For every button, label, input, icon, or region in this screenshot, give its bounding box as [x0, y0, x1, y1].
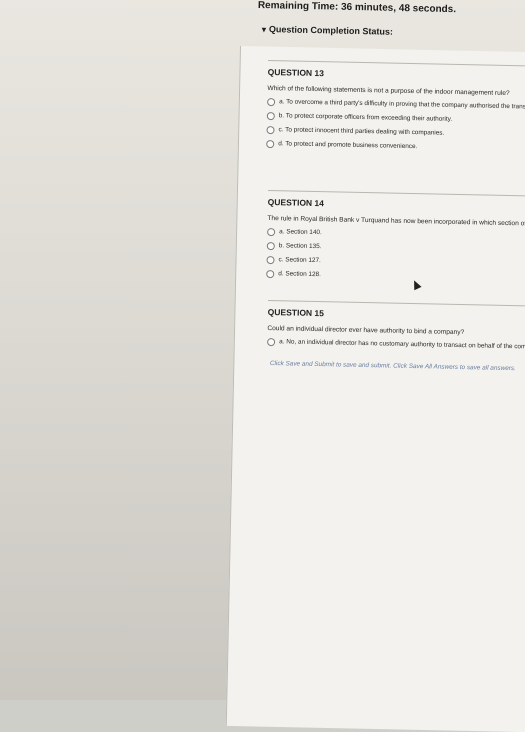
- question-text: Which of the following statements is not…: [267, 84, 510, 98]
- question-15: QUESTION 15 Could an individual director…: [267, 300, 525, 358]
- answer-option[interactable]: b. Section 135.: [266, 241, 525, 256]
- option-label: d. Section 128.: [278, 270, 321, 279]
- answer-option[interactable]: a. To overcome a third party's difficult…: [267, 97, 525, 113]
- answer-option[interactable]: d. Section 128.: [266, 269, 525, 284]
- option-label: b. To protect corporate officers from ex…: [278, 112, 453, 123]
- answer-option[interactable]: a. Section 140.: [267, 227, 525, 242]
- radio-icon[interactable]: [266, 255, 275, 265]
- option-label: c. Section 127.: [278, 256, 321, 265]
- question-text: The rule in Royal British Bank v Turquan…: [267, 214, 525, 229]
- answer-option[interactable]: c. To protect innocent third parties dea…: [266, 125, 525, 140]
- question-14: QUESTION 14 The rule in Royal British Ba…: [266, 190, 525, 290]
- question-text: Could an individual director ever have a…: [267, 324, 465, 337]
- option-label: d. To protect and promote business conve…: [278, 140, 418, 151]
- caret-down-icon: ▾: [261, 24, 266, 35]
- radio-icon[interactable]: [266, 125, 275, 135]
- radio-icon[interactable]: [266, 269, 275, 279]
- answer-option[interactable]: d. To protect and promote business conve…: [266, 139, 525, 154]
- radio-icon[interactable]: [266, 139, 275, 149]
- radio-icon[interactable]: [267, 97, 276, 107]
- question-13: QUESTION 13 Which of the following state…: [266, 60, 525, 160]
- radio-icon[interactable]: [266, 241, 275, 251]
- answer-option[interactable]: c. Section 127.: [266, 255, 525, 270]
- option-label: c. To protect innocent third parties dea…: [278, 126, 445, 137]
- option-label: a. To overcome a third party's difficult…: [279, 98, 525, 112]
- radio-icon[interactable]: [267, 227, 276, 237]
- answer-option[interactable]: b. To protect corporate officers from ex…: [266, 111, 525, 126]
- option-label: b. Section 135.: [278, 242, 322, 251]
- option-label: a. No, an individual director has no cus…: [279, 338, 525, 351]
- option-label: a. Section 140.: [279, 228, 322, 237]
- answer-option[interactable]: a. No, an individual director has no cus…: [267, 337, 525, 352]
- radio-icon[interactable]: [267, 337, 276, 347]
- radio-icon[interactable]: [266, 111, 275, 121]
